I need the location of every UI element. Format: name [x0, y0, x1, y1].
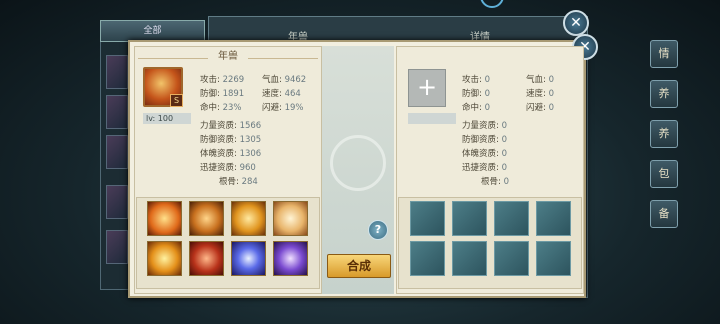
side-tab-train[interactable]: 养 [650, 80, 678, 108]
vortex-skill-icon[interactable] [231, 241, 266, 276]
aptitude-physique: 体魄资质: 1306 [200, 149, 262, 159]
empty-skill-slot[interactable] [536, 201, 571, 236]
stat-attack: 攻击: 2269 [200, 75, 245, 85]
stat-hit: 命中: 23% [200, 103, 242, 113]
stat-hp: 气血: 9462 [262, 75, 307, 85]
empty-skill-slot[interactable] [452, 241, 487, 276]
flame-skill-icon[interactable] [147, 241, 182, 276]
stat-dodge: 闪避: 0 [526, 103, 554, 113]
title-divider [138, 58, 208, 59]
stat-attack: 攻击: 0 [462, 75, 490, 85]
aptitude-bone: 根骨: 284 [219, 177, 258, 187]
beast-skill-icon[interactable] [231, 201, 266, 236]
grade-badge: S [170, 94, 183, 107]
side-tab-equip[interactable]: 备 [650, 200, 678, 228]
aptitude-bone: 根骨: 0 [481, 177, 509, 187]
empty-skill-slot[interactable] [410, 241, 445, 276]
tiger-skill-icon[interactable] [273, 201, 308, 236]
empty-skill-slot[interactable] [494, 201, 529, 236]
top-ring-icon [480, 0, 504, 8]
dragon-emblem-icon [330, 135, 386, 191]
stat-dodge: 闪避: 19% [262, 103, 304, 113]
aptitude-agility: 迅捷资质: 960 [200, 163, 256, 173]
stat-hit: 命中: 0 [462, 103, 490, 113]
tab-all[interactable]: 全部 [100, 20, 205, 42]
help-button[interactable]: ? [368, 220, 388, 240]
fist-skill-icon[interactable] [189, 241, 224, 276]
empty-skill-slot[interactable] [494, 241, 529, 276]
synthesize-button[interactable]: 合成 [327, 254, 391, 278]
pet-thumb[interactable] [106, 230, 128, 264]
add-pet-slot[interactable]: + [408, 69, 446, 107]
pet-name: 年兽 [218, 51, 238, 62]
pet-thumb[interactable] [106, 95, 128, 129]
aptitude-defense: 防御资质: 0 [462, 135, 507, 145]
lightning-skill-icon[interactable] [273, 241, 308, 276]
stat-speed: 速度: 0 [526, 89, 554, 99]
aptitude-agility: 迅捷资质: 0 [462, 163, 507, 173]
stat-hp: 气血: 0 [526, 75, 554, 85]
empty-skill-slot[interactable] [410, 201, 445, 236]
aptitude-strength: 力量资质: 0 [462, 121, 507, 131]
pet-thumb[interactable] [106, 55, 128, 89]
empty-skill-slot[interactable] [536, 241, 571, 276]
side-tab-bag[interactable]: 包 [650, 160, 678, 188]
stat-defense: 防御: 0 [462, 89, 490, 99]
stat-defense: 防御: 1891 [200, 89, 245, 99]
pet-thumb[interactable] [106, 135, 128, 169]
empty-skill-slot[interactable] [452, 201, 487, 236]
aptitude-strength: 力量资质: 1566 [200, 121, 262, 131]
title-divider [248, 58, 318, 59]
pet-level: lv: 100 [143, 113, 191, 124]
side-tab-info[interactable]: 情 [650, 40, 678, 68]
pet-thumb[interactable] [106, 185, 128, 219]
empty-level-bar [408, 113, 456, 124]
armor-skill-icon[interactable] [189, 201, 224, 236]
phoenix-skill-icon[interactable] [147, 201, 182, 236]
background-close-button[interactable]: ✕ [563, 10, 589, 36]
stat-speed: 速度: 464 [262, 89, 301, 99]
aptitude-physique: 体魄资质: 0 [462, 149, 507, 159]
side-tab-raise[interactable]: 养 [650, 120, 678, 148]
aptitude-defense: 防御资质: 1305 [200, 135, 262, 145]
